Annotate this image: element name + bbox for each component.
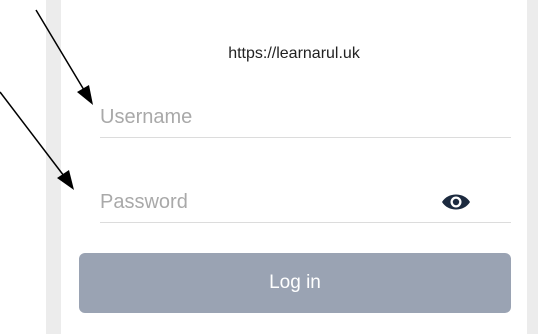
username-field	[100, 98, 511, 138]
left-gutter	[46, 0, 61, 334]
eye-icon[interactable]	[440, 191, 472, 213]
password-input[interactable]	[100, 183, 420, 221]
right-gutter	[527, 0, 538, 334]
password-underline	[100, 222, 511, 223]
username-underline	[100, 137, 511, 138]
username-input[interactable]	[100, 98, 420, 136]
login-button[interactable]: Log in	[79, 253, 511, 313]
password-field	[100, 183, 511, 223]
site-url: https://learnarul.uk	[228, 45, 360, 62]
arrow-pointer-icon	[0, 91, 74, 190]
login-page: https://learnarul.uk Log in	[0, 0, 538, 334]
